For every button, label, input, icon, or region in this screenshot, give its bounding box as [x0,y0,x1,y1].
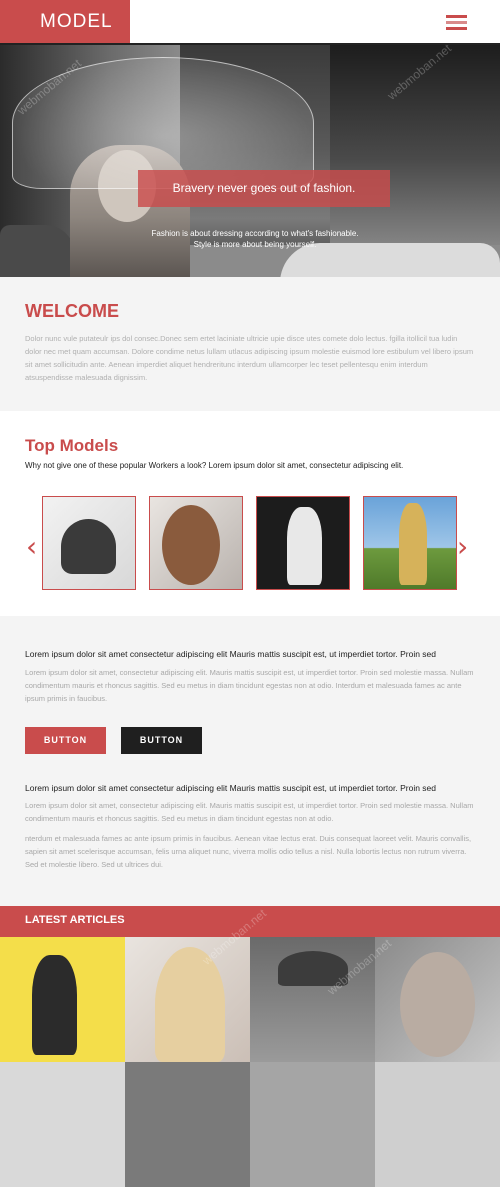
site-header: MODEL [0,0,500,45]
welcome-section: WELCOME Dolor nunc vule putateulr ips do… [0,277,500,411]
article-tile[interactable] [250,937,375,1062]
content-text: Lorem ipsum dolor sit amet, consectetur … [25,668,474,703]
chevron-right-icon[interactable]: › [457,533,468,561]
model-thumbnail[interactable] [42,496,136,590]
primary-button[interactable]: BUTTON [25,727,106,754]
article-tile[interactable] [375,1062,500,1187]
content-text: nterdum et malesuada fames ac ante ipsum… [25,834,472,869]
article-tile[interactable] [0,937,125,1062]
article-figure [278,951,348,986]
menu-bar [446,15,467,18]
top-models-title: Top Models [25,436,119,455]
welcome-text: Dolor nunc vule putateulr ips dol consec… [25,334,474,382]
model-figure [287,507,322,585]
article-tile[interactable] [0,1062,125,1187]
article-figure [155,947,225,1062]
hero-subtext: Style is more about being yourself. [193,240,317,249]
menu-bar [446,21,467,24]
content-text: Lorem ipsum dolor sit amet, consectetur … [25,801,474,823]
hero-tagline: Bravery never goes out of fashion. [138,170,390,207]
model-figure [61,519,116,574]
chevron-left-icon[interactable]: ‹ [26,533,37,561]
article-tile[interactable] [375,937,500,1062]
content-section: Lorem ipsum dolor sit amet consectetur a… [0,616,500,906]
hamburger-menu-icon[interactable] [446,15,467,31]
model-thumbnail[interactable] [149,496,243,590]
secondary-button[interactable]: BUTTON [121,727,202,754]
menu-bar [446,27,467,30]
model-figure [399,503,427,585]
welcome-title: WELCOME [25,301,119,321]
article-figure [400,952,475,1057]
model-thumbnail[interactable] [256,496,350,590]
article-tile[interactable] [125,937,250,1062]
site-logo[interactable]: MODEL [0,0,130,43]
top-models-intro: Why not give one of these popular Worker… [25,461,404,470]
model-figure [162,505,220,585]
content-lead: Lorem ipsum dolor sit amet consectetur a… [25,649,437,659]
hero-car [0,225,75,277]
article-tile[interactable] [250,1062,375,1187]
hero-subtext: Fashion is about dressing according to w… [151,229,359,238]
article-figure [32,955,77,1055]
latest-articles-bar: LATEST ARTICLES [0,906,500,937]
model-thumbnail[interactable] [363,496,457,590]
article-tile[interactable] [125,1062,250,1187]
latest-articles-title: LATEST ARTICLES [25,914,125,926]
content-lead: Lorem ipsum dolor sit amet consectetur a… [25,783,437,793]
